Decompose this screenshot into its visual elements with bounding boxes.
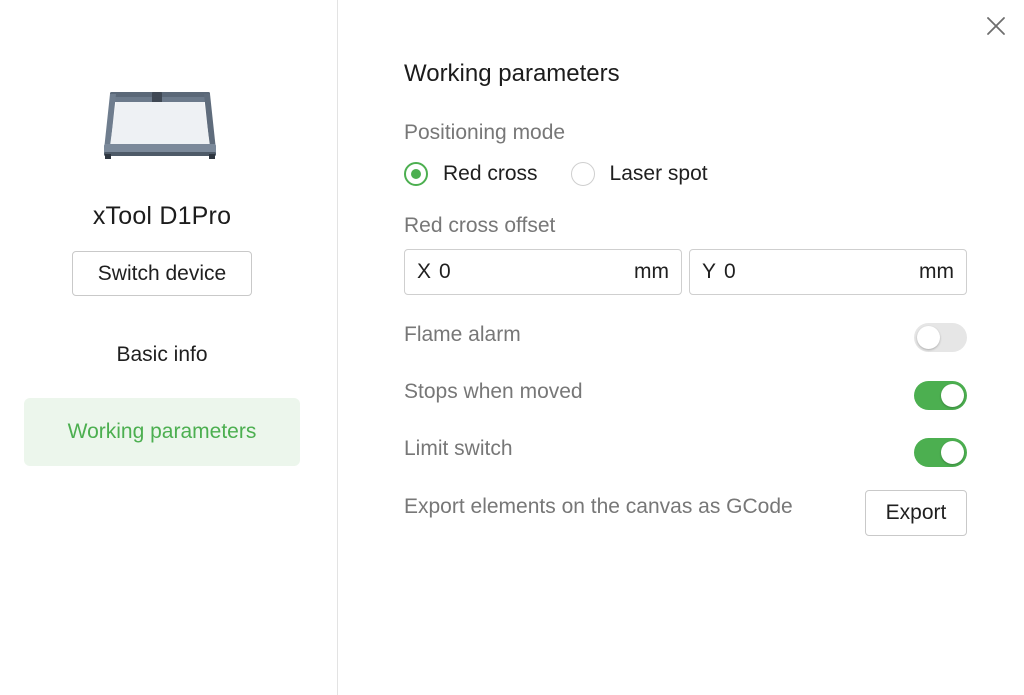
offset-x-axis-label: X: [417, 260, 432, 283]
offset-x-field[interactable]: X mm: [404, 249, 682, 295]
nav-item-working-parameters[interactable]: Working parameters: [24, 398, 300, 466]
working-parameters-panel: Working parameters Positioning mode Red …: [404, 0, 984, 695]
device-settings-window: xTool D1Pro Switch device Basic info Wor…: [0, 0, 1024, 695]
positioning-mode-label: Positioning mode: [404, 121, 566, 144]
radio-laser-spot[interactable]: Laser spot: [570, 162, 708, 186]
limit-switch-label: Limit switch: [404, 437, 513, 460]
stops-when-moved-toggle[interactable]: [914, 381, 967, 410]
toggle-knob: [941, 384, 964, 407]
flame-alarm-label: Flame alarm: [404, 323, 521, 346]
page-title: Working parameters: [404, 60, 620, 87]
radio-red-cross[interactable]: Red cross: [404, 162, 538, 186]
toggle-knob: [917, 326, 940, 349]
radio-red-cross-label: Red cross: [443, 162, 538, 185]
close-icon[interactable]: [983, 13, 1009, 39]
radio-checked-icon: [404, 162, 428, 186]
offset-x-unit: mm: [634, 260, 669, 283]
stops-when-moved-label: Stops when moved: [404, 380, 583, 403]
offset-y-axis-label: Y: [702, 260, 717, 283]
nav-item-basic-info[interactable]: Basic info: [24, 321, 300, 389]
device-name: xTool D1Pro: [92, 202, 232, 230]
radio-laser-spot-label: Laser spot: [609, 162, 708, 185]
offset-y-field[interactable]: Y mm: [689, 249, 967, 295]
offset-y-unit: mm: [919, 260, 954, 283]
radio-unchecked-icon: [570, 162, 595, 186]
offset-x-input[interactable]: [439, 260, 634, 284]
toggle-knob: [941, 441, 964, 464]
flame-alarm-toggle[interactable]: [914, 323, 967, 352]
red-cross-offset-label: Red cross offset: [404, 214, 556, 237]
positioning-mode-radio-group: Red cross Laser spot: [404, 158, 708, 190]
laser-engraver-icon: [104, 92, 216, 159]
switch-device-button[interactable]: Switch device: [72, 251, 252, 296]
export-button[interactable]: Export: [865, 490, 967, 536]
offset-y-input[interactable]: [724, 260, 919, 284]
sidebar: xTool D1Pro Switch device Basic info Wor…: [0, 0, 338, 695]
export-gcode-label: Export elements on the canvas as GCode: [404, 495, 793, 518]
limit-switch-toggle[interactable]: [914, 438, 967, 467]
